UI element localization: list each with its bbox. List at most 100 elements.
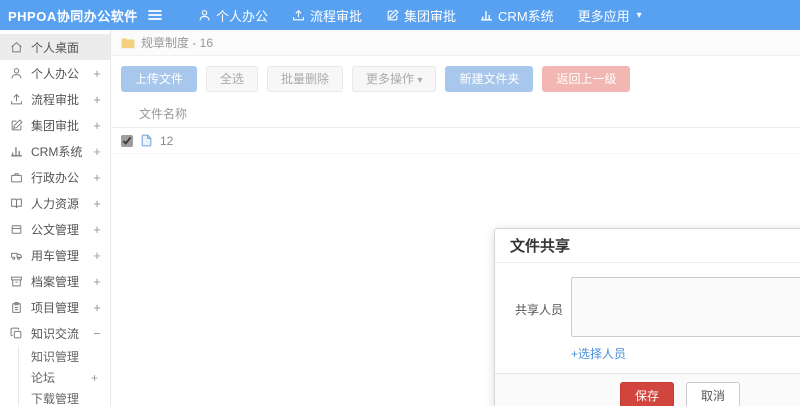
file-share-modal: 文件共享 共享人员 +选择人员 保存 取消	[494, 228, 800, 406]
nav-more-apps[interactable]: 更多应用 ▾	[566, 0, 654, 30]
sidebar-item-label: 集团审批	[31, 118, 80, 133]
sidebar-subitem-knowledge-mgmt[interactable]: 知识管理	[18, 346, 110, 367]
pages-icon	[10, 327, 24, 340]
nav-label: 集团审批	[404, 8, 457, 24]
file-table-header: 文件名称	[111, 100, 800, 128]
expand-icon[interactable]: +	[91, 371, 98, 385]
sidebar-subitem-label: 论坛	[31, 371, 56, 385]
sidebar-item-project-mgmt[interactable]: 项目管理 +	[0, 294, 110, 320]
nav-label: 流程审批	[310, 8, 363, 24]
caret-down-icon: ▾	[417, 75, 423, 86]
sidebar-item-label: 用车管理	[31, 248, 80, 263]
hamburger-menu-icon[interactable]	[138, 8, 172, 22]
folder-icon	[121, 37, 135, 49]
expand-icon[interactable]: +	[92, 144, 102, 159]
car-icon	[10, 249, 24, 262]
share-people-label: 共享人员	[514, 303, 563, 317]
expand-icon[interactable]: +	[92, 248, 102, 263]
nav-workflow-approval[interactable]: 流程审批	[280, 0, 374, 30]
archive-icon	[10, 275, 24, 288]
sidebar-subitem-label: 下载管理	[31, 392, 80, 406]
expand-icon[interactable]: +	[92, 118, 102, 133]
home-icon	[10, 41, 24, 54]
nav-group-approval[interactable]: 集团审批	[374, 0, 468, 30]
upload-icon	[10, 93, 24, 106]
topbar-nav: 个人办公 流程审批 集团审批 CRM系统 更多应用 ▾	[186, 0, 654, 30]
more-actions-label: 更多操作	[366, 72, 415, 86]
sidebar-item-label: 个人办公	[31, 66, 80, 81]
breadcrumb: 规章制度 - 16	[111, 30, 800, 56]
upload-icon	[292, 9, 305, 22]
file-icon	[140, 134, 153, 147]
sidebar-item-label: 人力资源	[31, 196, 80, 211]
sidebar-item-label: 公文管理	[31, 222, 80, 237]
sidebar-subitem-forum[interactable]: 论坛 +	[18, 367, 110, 388]
sidebar-subitem-label: 知识管理	[31, 350, 80, 364]
bar-chart-icon	[480, 9, 493, 22]
sidebar-item-admin-office[interactable]: 行政办公 +	[0, 164, 110, 190]
expand-icon[interactable]: +	[92, 222, 102, 237]
caret-down-icon: ▾	[636, 9, 642, 21]
more-actions-button[interactable]: 更多操作 ▾	[352, 66, 437, 92]
toolbar: 上传文件 全选 批量删除 更多操作 ▾ 新建文件夹 返回上一级	[111, 56, 800, 100]
sidebar-item-document-mgmt[interactable]: 公文管理 +	[0, 216, 110, 242]
nav-label: 个人办公	[216, 8, 269, 24]
select-all-button[interactable]: 全选	[206, 66, 259, 92]
sidebar-item-label: 知识交流	[31, 326, 80, 341]
expand-icon[interactable]: +	[92, 92, 102, 107]
cancel-button[interactable]: 取消	[686, 382, 741, 406]
sidebar-item-label: 项目管理	[31, 300, 80, 315]
sidebar-item-personal-desktop[interactable]: 个人桌面	[0, 34, 110, 60]
expand-icon[interactable]: +	[92, 196, 102, 211]
user-icon	[10, 67, 24, 80]
modal-footer: 保存 取消	[495, 373, 800, 406]
save-button[interactable]: 保存	[619, 382, 674, 406]
clipboard-icon	[10, 301, 24, 314]
bar-chart-icon	[10, 145, 24, 158]
upload-file-button[interactable]: 上传文件	[121, 66, 198, 92]
nav-personal-office[interactable]: 个人办公	[186, 0, 280, 30]
breadcrumb-label: 规章制度 - 16	[141, 36, 214, 50]
sidebar-item-personal-office[interactable]: 个人办公 +	[0, 60, 110, 86]
sidebar-item-archive-mgmt[interactable]: 档案管理 +	[0, 268, 110, 294]
sidebar-item-group-approval[interactable]: 集团审批 +	[0, 112, 110, 138]
nav-label: CRM系统	[498, 8, 554, 24]
sidebar-item-label: 档案管理	[31, 274, 80, 289]
modal-body: 共享人员 +选择人员	[495, 263, 800, 373]
app-logo: PHPOA协同办公软件	[8, 8, 138, 24]
sidebar-item-vehicle-mgmt[interactable]: 用车管理 +	[0, 242, 110, 268]
document-icon	[10, 223, 24, 236]
modal-title: 文件共享	[495, 229, 800, 263]
book-icon	[10, 197, 24, 210]
sidebar: 个人桌面 个人办公 + 流程审批 + 集团审批 + CRM系统 + 行政办公 +	[0, 30, 111, 406]
sidebar-item-knowledge-exchange[interactable]: 知识交流 −	[0, 320, 110, 346]
expand-icon[interactable]: +	[92, 274, 102, 289]
file-name: 12	[160, 133, 174, 148]
user-icon	[198, 9, 211, 22]
expand-icon[interactable]: +	[92, 66, 102, 81]
file-row[interactable]: 12	[111, 128, 800, 154]
edit-icon	[10, 118, 24, 132]
go-back-button[interactable]: 返回上一级	[542, 66, 631, 92]
sidebar-item-workflow-approval[interactable]: 流程审批 +	[0, 86, 110, 112]
nav-label: 更多应用	[577, 8, 630, 24]
sidebar-subitem-download-mgmt[interactable]: 下载管理	[18, 388, 110, 406]
expand-icon[interactable]: +	[92, 300, 102, 315]
file-name-column-header: 文件名称	[139, 107, 188, 121]
file-row-checkbox[interactable]	[121, 134, 133, 147]
sidebar-item-label: 行政办公	[31, 170, 80, 185]
expand-icon[interactable]: +	[92, 170, 102, 185]
sidebar-item-crm[interactable]: CRM系统 +	[0, 138, 110, 164]
new-folder-button[interactable]: 新建文件夹	[445, 66, 534, 92]
sidebar-item-hr[interactable]: 人力资源 +	[0, 190, 110, 216]
sidebar-item-label: CRM系统	[31, 144, 83, 159]
sidebar-item-label: 个人桌面	[31, 40, 80, 55]
briefcase-icon	[10, 171, 24, 184]
select-people-link[interactable]: +选择人员	[571, 345, 626, 362]
edit-icon	[386, 8, 399, 22]
topbar: PHPOA协同办公软件 个人办公 流程审批 集团审批 CRM系统 更多应用 ▾	[0, 0, 800, 30]
collapse-icon[interactable]: −	[92, 326, 102, 341]
batch-delete-button[interactable]: 批量删除	[267, 66, 344, 92]
nav-crm-system[interactable]: CRM系统	[468, 0, 566, 30]
share-people-textarea[interactable]	[571, 277, 800, 337]
